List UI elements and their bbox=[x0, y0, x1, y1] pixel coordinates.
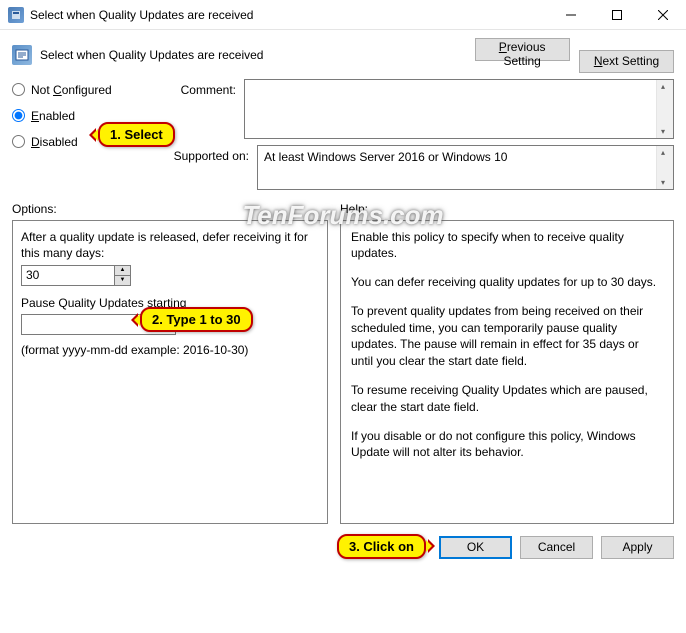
help-panel: Enable this policy to specify when to re… bbox=[340, 220, 674, 524]
header-row: Select when Quality Updates are received… bbox=[12, 38, 674, 73]
footer: 3. Click on OK Cancel Apply bbox=[12, 524, 674, 559]
content-area: Select when Quality Updates are received… bbox=[0, 30, 686, 571]
comment-label: Comment: bbox=[172, 79, 244, 139]
options-panel: After a quality update is released, defe… bbox=[12, 220, 328, 524]
minimize-button[interactable] bbox=[548, 0, 594, 30]
format-hint: (format yyyy-mm-dd example: 2016-10-30) bbox=[21, 343, 319, 357]
supported-label: Supported on: bbox=[172, 145, 257, 190]
window-title: Select when Quality Updates are received bbox=[30, 8, 548, 22]
help-header: Help: bbox=[340, 202, 674, 216]
radio-enabled-input[interactable] bbox=[12, 109, 25, 122]
titlebar: Select when Quality Updates are received bbox=[0, 0, 686, 30]
radio-not-configured-input[interactable] bbox=[12, 83, 25, 96]
header-title: Select when Quality Updates are received bbox=[40, 48, 469, 62]
supported-scrollbar[interactable] bbox=[656, 146, 673, 189]
defer-days-spinbox[interactable]: ▲ ▼ bbox=[21, 265, 131, 286]
help-p3: To prevent quality updates from being re… bbox=[351, 303, 663, 370]
help-p2: You can defer receiving quality updates … bbox=[351, 274, 663, 291]
help-p1: Enable this policy to specify when to re… bbox=[351, 229, 663, 263]
supported-text: At least Windows Server 2016 or Windows … bbox=[258, 146, 673, 168]
field-column: Comment: Supported on: At least Windows … bbox=[172, 79, 674, 194]
spin-down-button[interactable]: ▼ bbox=[115, 276, 130, 285]
comment-row: Comment: bbox=[172, 79, 674, 139]
cancel-button[interactable]: Cancel bbox=[520, 536, 593, 559]
callout-1: 1. Select bbox=[98, 122, 175, 147]
radio-disabled-label: Disabled bbox=[31, 135, 78, 149]
supported-box: At least Windows Server 2016 or Windows … bbox=[257, 145, 674, 190]
supported-row: Supported on: At least Windows Server 20… bbox=[172, 145, 674, 190]
apply-button[interactable]: Apply bbox=[601, 536, 674, 559]
next-setting-button[interactable]: Next Setting bbox=[579, 50, 674, 73]
radio-not-configured[interactable]: Not Configured bbox=[12, 83, 172, 97]
comment-scrollbar[interactable] bbox=[656, 80, 673, 138]
maximize-button[interactable] bbox=[594, 0, 640, 30]
radio-not-configured-label: Not Configured bbox=[31, 83, 112, 97]
help-p4: To resume receiving Quality Updates whic… bbox=[351, 382, 663, 416]
defer-label: After a quality update is released, defe… bbox=[21, 229, 319, 261]
options-header: Options: bbox=[12, 202, 328, 216]
radio-enabled-label: Enabled bbox=[31, 109, 75, 123]
help-p5: If you disable or do not configure this … bbox=[351, 428, 663, 462]
comment-textarea[interactable] bbox=[244, 79, 674, 139]
previous-setting-button[interactable]: Previous Setting bbox=[475, 38, 570, 61]
radio-disabled-input[interactable] bbox=[12, 135, 25, 148]
nav-buttons: Previous Setting Next Setting bbox=[469, 38, 674, 73]
callout-2: 2. Type 1 to 30 bbox=[140, 307, 253, 332]
close-button[interactable] bbox=[640, 0, 686, 30]
ok-button[interactable]: OK bbox=[439, 536, 512, 559]
app-icon bbox=[8, 7, 24, 23]
help-column: Help: Enable this policy to specify when… bbox=[340, 202, 674, 524]
options-column: Options: After a quality update is relea… bbox=[12, 202, 328, 524]
spin-up-button[interactable]: ▲ bbox=[115, 266, 130, 276]
state-radios: Not Configured Enabled Disabled bbox=[12, 79, 172, 161]
radio-enabled[interactable]: Enabled bbox=[12, 109, 172, 123]
columns: Options: After a quality update is relea… bbox=[12, 202, 674, 524]
defer-days-input[interactable] bbox=[22, 266, 114, 285]
spin-buttons: ▲ ▼ bbox=[114, 266, 130, 285]
defer-spin-wrap: ▲ ▼ bbox=[21, 265, 319, 286]
callout-3: 3. Click on bbox=[337, 534, 426, 559]
policy-icon bbox=[12, 45, 32, 65]
